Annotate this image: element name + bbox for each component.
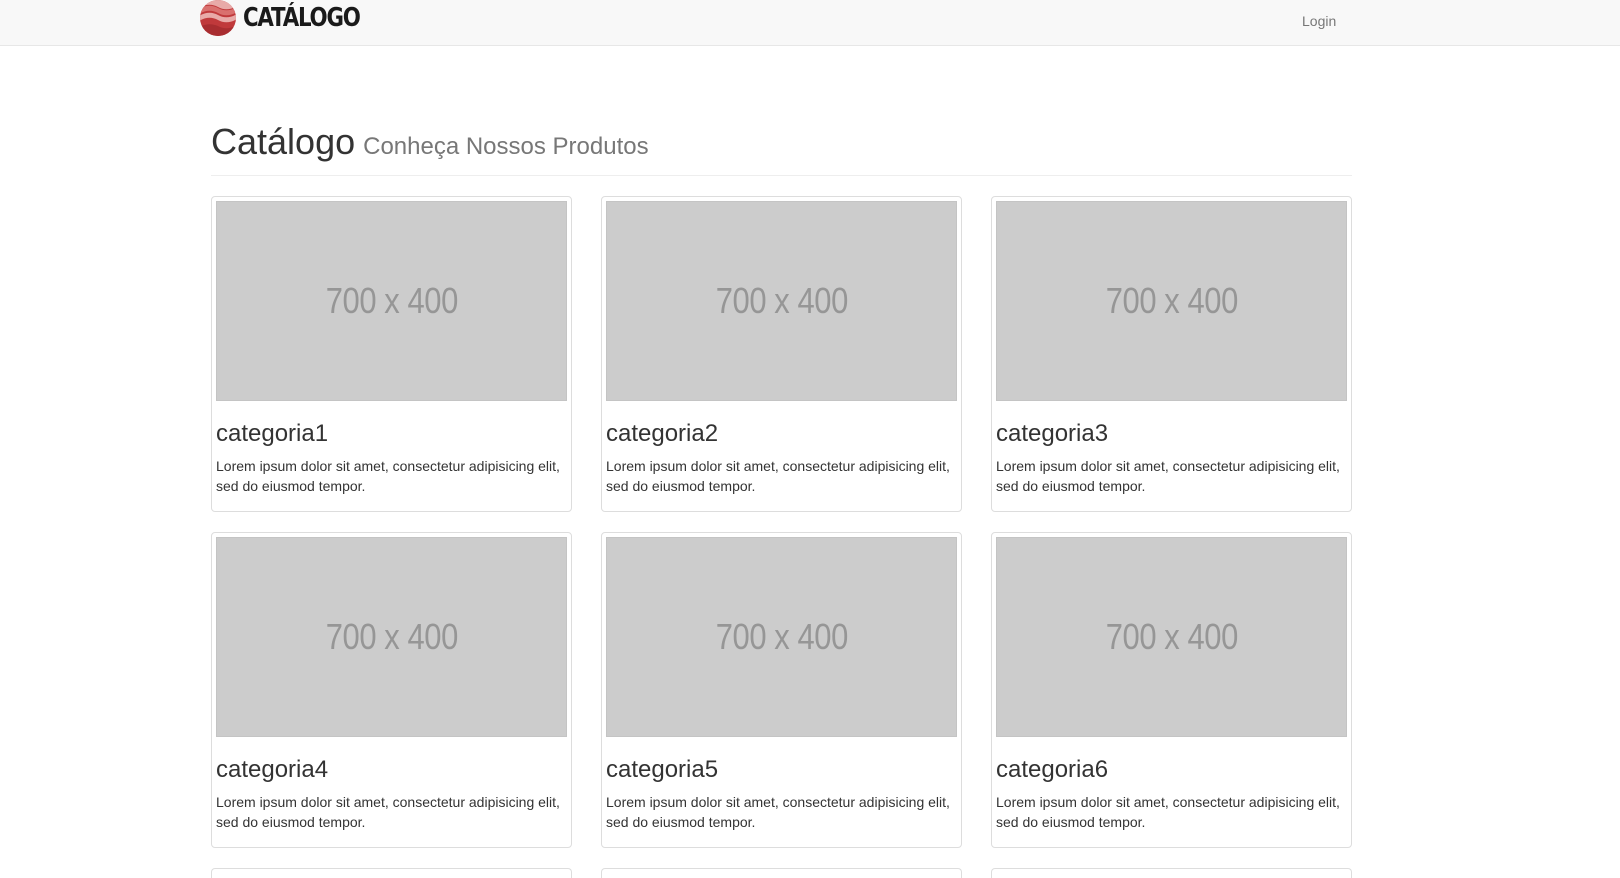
- placeholder-image[interactable]: 700 x 400: [606, 537, 957, 737]
- placeholder-label: 700 x 400: [325, 280, 458, 321]
- placeholder-label: 700 x 400: [1105, 616, 1238, 657]
- card-description: Lorem ipsum dolor sit amet, consectetur …: [996, 794, 1340, 830]
- page-subtitle: Conheça Nossos Produtos: [363, 133, 649, 160]
- card-description: Lorem ipsum dolor sit amet, consectetur …: [606, 794, 950, 830]
- placeholder-image[interactable]: 700 x 400: [216, 201, 567, 401]
- category-card[interactable]: 700 x 400 categoria3 Lorem ipsum dolor s…: [991, 196, 1352, 512]
- brand-logo-link[interactable]: CATÁLOGO: [199, 0, 385, 36]
- login-link[interactable]: Login: [1302, 13, 1336, 29]
- catalog-logo-icon: [200, 0, 236, 36]
- page-title: Catálogo: [211, 121, 356, 162]
- page-header: Catálogo Conheça Nossos Produtos: [211, 122, 1352, 176]
- navbar: CATÁLOGO Login: [0, 0, 1620, 46]
- card-title: categoria5: [606, 756, 719, 783]
- placeholder-label: 700 x 400: [1105, 280, 1238, 321]
- category-card[interactable]: 700 x 400 categoria5 Lorem ipsum dolor s…: [601, 532, 962, 848]
- category-card[interactable]: 700 x 400 categoria1 Lorem ipsum dolor s…: [211, 196, 572, 512]
- placeholder-label: 700 x 400: [325, 616, 458, 657]
- card-title: categoria3: [996, 420, 1109, 447]
- placeholder-image[interactable]: 700 x 400: [996, 537, 1347, 737]
- card-description: Lorem ipsum dolor sit amet, consectetur …: [996, 458, 1340, 494]
- category-card[interactable]: 700 x 400 categoria2 Lorem ipsum dolor s…: [601, 196, 962, 512]
- card-title: categoria4: [216, 756, 329, 783]
- card-description: Lorem ipsum dolor sit amet, consectetur …: [606, 458, 950, 494]
- placeholder-image[interactable]: 700 x 400: [996, 201, 1347, 401]
- category-card[interactable]: 700 x 400 categoria6 Lorem ipsum dolor s…: [991, 532, 1352, 848]
- card-description: Lorem ipsum dolor sit amet, consectetur …: [216, 794, 560, 830]
- category-card[interactable]: 700 x 400 categoria4 Lorem ipsum dolor s…: [211, 532, 572, 848]
- category-card-partial[interactable]: [991, 868, 1352, 878]
- placeholder-label: 700 x 400: [715, 616, 848, 657]
- placeholder-label: 700 x 400: [715, 280, 848, 321]
- brand-name: CATÁLOGO: [243, 3, 361, 33]
- card-title: categoria2: [606, 420, 719, 447]
- category-card-partial[interactable]: [601, 868, 962, 878]
- category-card-partial[interactable]: [211, 868, 572, 878]
- placeholder-image[interactable]: 700 x 400: [606, 201, 957, 401]
- card-description: Lorem ipsum dolor sit amet, consectetur …: [216, 458, 560, 494]
- card-title: categoria1: [216, 420, 329, 447]
- card-title: categoria6: [996, 756, 1109, 783]
- placeholder-image[interactable]: 700 x 400: [216, 537, 567, 737]
